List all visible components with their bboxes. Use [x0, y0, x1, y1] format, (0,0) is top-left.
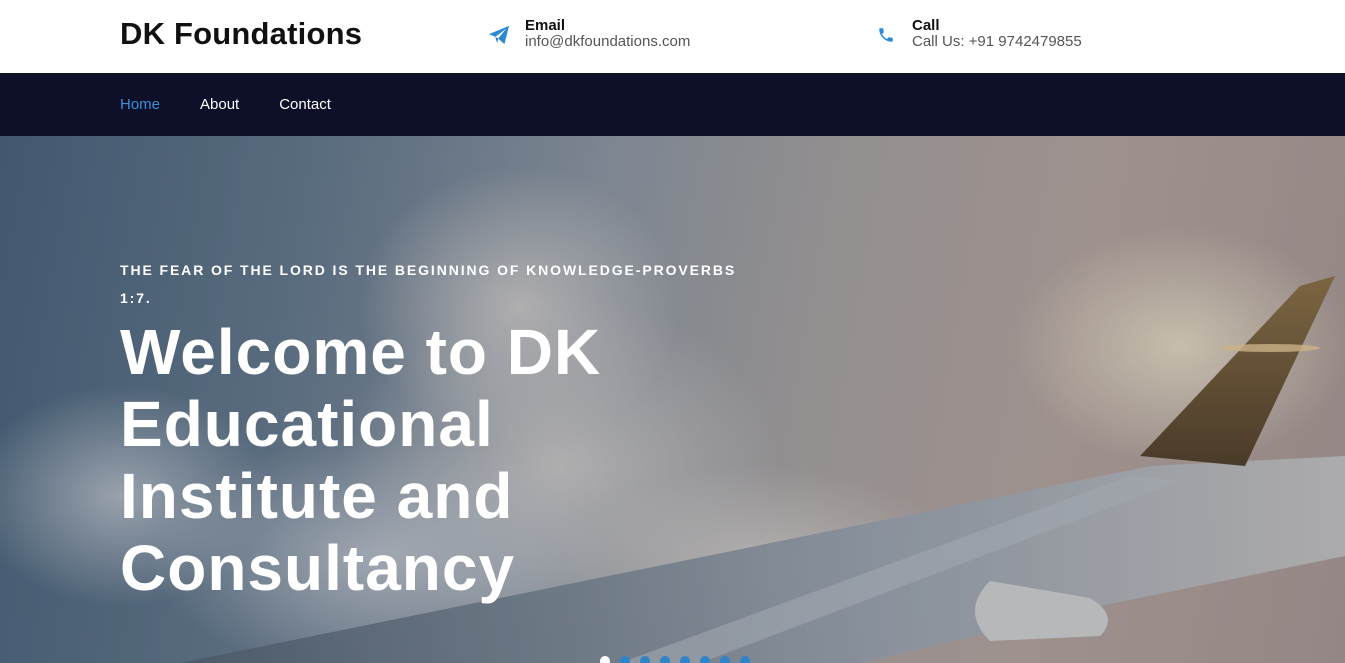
- main-navbar: Home About Contact: [0, 73, 1345, 136]
- email-address[interactable]: info@dkfoundations.com: [525, 34, 690, 50]
- hero-slider: THE FEAR OF THE LORD IS THE BEGINNING OF…: [0, 136, 1345, 663]
- email-title: Email: [525, 17, 566, 34]
- nav-item-home[interactable]: Home: [120, 96, 160, 113]
- call-title: Call: [912, 17, 940, 34]
- slider-dot[interactable]: [720, 656, 730, 663]
- slider-dot[interactable]: [600, 656, 610, 663]
- phone-number[interactable]: Call Us: +91 9742479855: [912, 34, 1082, 50]
- slider-dot[interactable]: [660, 656, 670, 663]
- top-header: DK Foundations Email info@dkfoundations.…: [0, 0, 1345, 73]
- slider-dots: [600, 656, 760, 663]
- slider-dot[interactable]: [680, 656, 690, 663]
- hero-tagline: THE FEAR OF THE LORD IS THE BEGINNING OF…: [120, 262, 737, 306]
- slider-dot[interactable]: [700, 656, 710, 663]
- paper-plane-icon: [488, 24, 510, 46]
- nav-item-about[interactable]: About: [200, 96, 239, 113]
- slider-dot[interactable]: [620, 656, 630, 663]
- site-logo-text[interactable]: DK Foundations: [120, 16, 362, 52]
- hero-headline: Welcome to DK Educational Institute and …: [120, 316, 602, 604]
- slider-dot[interactable]: [640, 656, 650, 663]
- slider-dot[interactable]: [740, 656, 750, 663]
- phone-icon: [875, 24, 897, 46]
- nav-list: Home About Contact: [120, 73, 371, 136]
- nav-item-contact[interactable]: Contact: [279, 96, 331, 113]
- call-contact: Call Call Us: +91 9742479855: [875, 18, 1082, 50]
- email-contact: Email info@dkfoundations.com: [488, 18, 690, 50]
